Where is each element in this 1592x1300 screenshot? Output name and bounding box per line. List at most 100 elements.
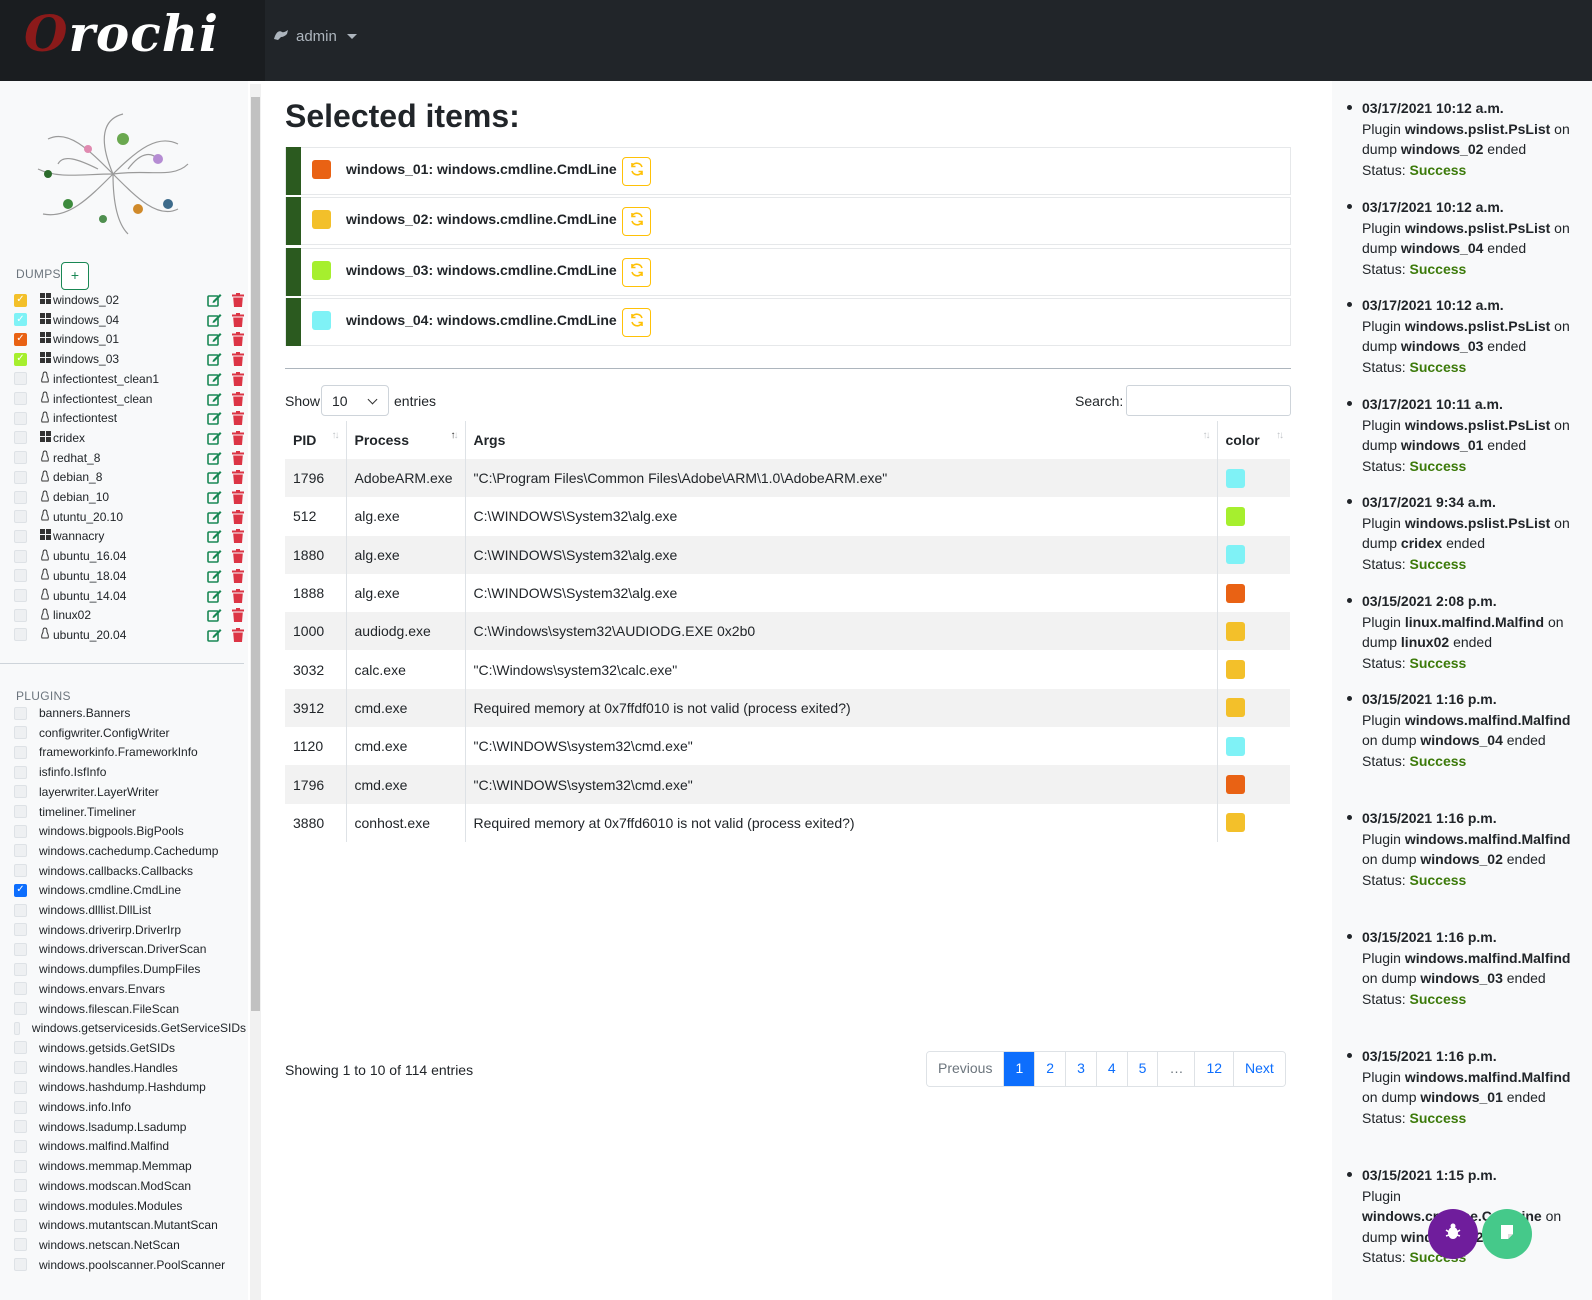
edit-icon[interactable] <box>206 489 222 505</box>
dump-item[interactable]: ubuntu_14.04 <box>14 586 246 606</box>
plugin-checkbox[interactable] <box>14 1179 27 1193</box>
plugin-item[interactable]: windows.driverscan.DriverScan <box>14 939 246 959</box>
dump-checkbox[interactable] <box>14 628 27 642</box>
edit-icon[interactable] <box>206 469 222 485</box>
plugin-item[interactable]: windows.getsids.GetSIDs <box>14 1038 246 1058</box>
plugin-checkbox[interactable]: ✓ <box>14 883 27 897</box>
column-header-color[interactable]: color ↑↓ <box>1217 421 1290 459</box>
plugin-checkbox[interactable] <box>14 1021 20 1035</box>
plugin-checkbox[interactable] <box>14 824 27 838</box>
dump-item[interactable]: ubuntu_16.04 <box>14 546 246 566</box>
page-4-button[interactable]: 4 <box>1096 1052 1128 1086</box>
page-previous-button[interactable]: Previous <box>927 1052 1005 1086</box>
refresh-button[interactable] <box>622 307 651 337</box>
edit-icon[interactable] <box>206 568 222 584</box>
trash-icon[interactable] <box>230 568 246 584</box>
trash-icon[interactable] <box>230 331 246 347</box>
plugin-item[interactable]: windows.dumpfiles.DumpFiles <box>14 959 246 979</box>
trash-icon[interactable] <box>230 351 246 367</box>
trash-icon[interactable] <box>230 548 246 564</box>
dump-checkbox[interactable] <box>14 411 27 425</box>
column-header-process[interactable]: Process ↑↓ <box>346 421 466 459</box>
dump-checkbox[interactable] <box>14 510 27 524</box>
dump-checkbox[interactable]: ✓ <box>14 352 27 366</box>
edit-icon[interactable] <box>206 391 222 407</box>
table-row[interactable]: 1120 cmd.exe "C:\WINDOWS\system32\cmd.exe" <box>285 727 1290 766</box>
dump-checkbox[interactable]: ✓ <box>14 332 27 346</box>
plugin-item[interactable]: windows.driverirp.DriverIrp <box>14 920 246 940</box>
user-menu[interactable]: admin <box>272 28 357 45</box>
dump-checkbox[interactable]: ✓ <box>14 313 27 327</box>
search-input[interactable] <box>1126 385 1291 416</box>
plugin-checkbox[interactable] <box>14 1061 27 1075</box>
table-row[interactable]: 3912 cmd.exe Required memory at 0x7ffdf010… <box>285 688 1290 728</box>
plugin-item[interactable]: windows.modules.Modules <box>14 1196 246 1216</box>
plugin-checkbox[interactable] <box>14 1218 27 1232</box>
trash-icon[interactable] <box>230 391 246 407</box>
dump-item[interactable]: cridex <box>14 428 246 448</box>
column-header-args[interactable]: Args ↑↓ <box>465 421 1218 459</box>
plugin-item[interactable]: frameworkinfo.FrameworkInfo <box>14 742 246 762</box>
edit-icon[interactable] <box>206 312 222 328</box>
dump-checkbox[interactable] <box>14 451 27 465</box>
plugin-checkbox[interactable] <box>14 1002 27 1015</box>
trash-icon[interactable] <box>230 450 246 466</box>
dump-item[interactable]: ✓ windows_04 <box>14 310 246 330</box>
page-3-button[interactable]: 3 <box>1066 1052 1097 1086</box>
dump-item[interactable]: debian_8 <box>14 467 246 487</box>
plugin-checkbox[interactable] <box>14 864 27 878</box>
plugin-item[interactable]: windows.dlllist.DllList <box>14 900 246 920</box>
trash-icon[interactable] <box>230 430 246 446</box>
plugin-checkbox[interactable] <box>14 765 27 779</box>
dump-item[interactable]: ✓ windows_01 <box>14 329 246 349</box>
edit-icon[interactable] <box>206 509 222 525</box>
dump-item[interactable]: ubuntu_18.04 <box>14 566 246 586</box>
dump-item[interactable]: infectiontest_clean <box>14 389 246 409</box>
edit-icon[interactable] <box>206 371 222 387</box>
table-row[interactable]: 1880 alg.exe C:\WINDOWS\System32\alg.exe <box>285 535 1290 574</box>
plugin-item[interactable]: windows.handles.Handles <box>14 1058 246 1078</box>
bug-report-button[interactable] <box>1428 1209 1478 1259</box>
plugin-checkbox[interactable] <box>14 962 27 976</box>
plugin-item[interactable]: windows.envars.Envars <box>14 979 246 999</box>
page-12-button[interactable]: 12 <box>1195 1052 1235 1086</box>
app-logo[interactable]: Orochi <box>24 4 219 63</box>
dump-item[interactable]: linux02 <box>14 605 246 625</box>
plugin-checkbox[interactable] <box>14 1139 27 1153</box>
plugin-item[interactable]: windows.filescan.FileScan <box>14 999 246 1019</box>
plugin-checkbox[interactable] <box>14 923 27 937</box>
plugin-item[interactable]: windows.poolscanner.PoolScanner <box>14 1255 246 1275</box>
edit-icon[interactable] <box>206 331 222 347</box>
trash-icon[interactable] <box>230 292 246 308</box>
plugin-checkbox[interactable] <box>14 1041 27 1055</box>
dump-item[interactable]: infectiontest_clean1 <box>14 369 246 389</box>
plugin-checkbox[interactable] <box>14 1080 27 1094</box>
trash-icon[interactable] <box>230 588 246 604</box>
page-1-button[interactable]: 1 <box>1004 1052 1036 1086</box>
edit-icon[interactable] <box>206 548 222 564</box>
plugin-checkbox[interactable] <box>14 844 27 858</box>
dump-checkbox[interactable] <box>14 431 27 445</box>
edit-icon[interactable] <box>206 607 222 623</box>
table-row[interactable]: 512 alg.exe C:\WINDOWS\System32\alg.exe <box>285 497 1290 536</box>
notes-button[interactable] <box>1482 1209 1532 1259</box>
sidebar-scrollbar-thumb[interactable] <box>251 97 260 1011</box>
plugin-item[interactable]: isfinfo.IsfInfo <box>14 762 246 782</box>
dump-checkbox[interactable] <box>14 392 27 405</box>
plugin-checkbox[interactable] <box>14 903 27 917</box>
plugin-checkbox[interactable] <box>14 726 27 740</box>
dump-checkbox[interactable] <box>14 549 27 563</box>
dump-item[interactable]: wannacry <box>14 526 246 546</box>
dump-checkbox[interactable] <box>14 529 27 543</box>
dump-checkbox[interactable]: ✓ <box>14 293 27 307</box>
table-row[interactable]: 1796 AdobeARM.exe "C:\Program Files\Common… <box>285 459 1290 498</box>
trash-icon[interactable] <box>230 469 246 485</box>
table-row[interactable]: 3880 conhost.exe Required memory at 0x7ffd… <box>285 803 1290 842</box>
plugin-item[interactable]: windows.hashdump.Hashdump <box>14 1077 246 1097</box>
dump-checkbox[interactable] <box>14 372 27 386</box>
plugin-item[interactable]: banners.Banners <box>14 703 246 723</box>
dump-item[interactable]: ubuntu_20.04 <box>14 625 246 645</box>
trash-icon[interactable] <box>230 509 246 525</box>
table-row[interactable]: 1888 alg.exe C:\WINDOWS\System32\alg.exe <box>285 573 1290 613</box>
plugin-item[interactable]: windows.info.Info <box>14 1097 246 1117</box>
